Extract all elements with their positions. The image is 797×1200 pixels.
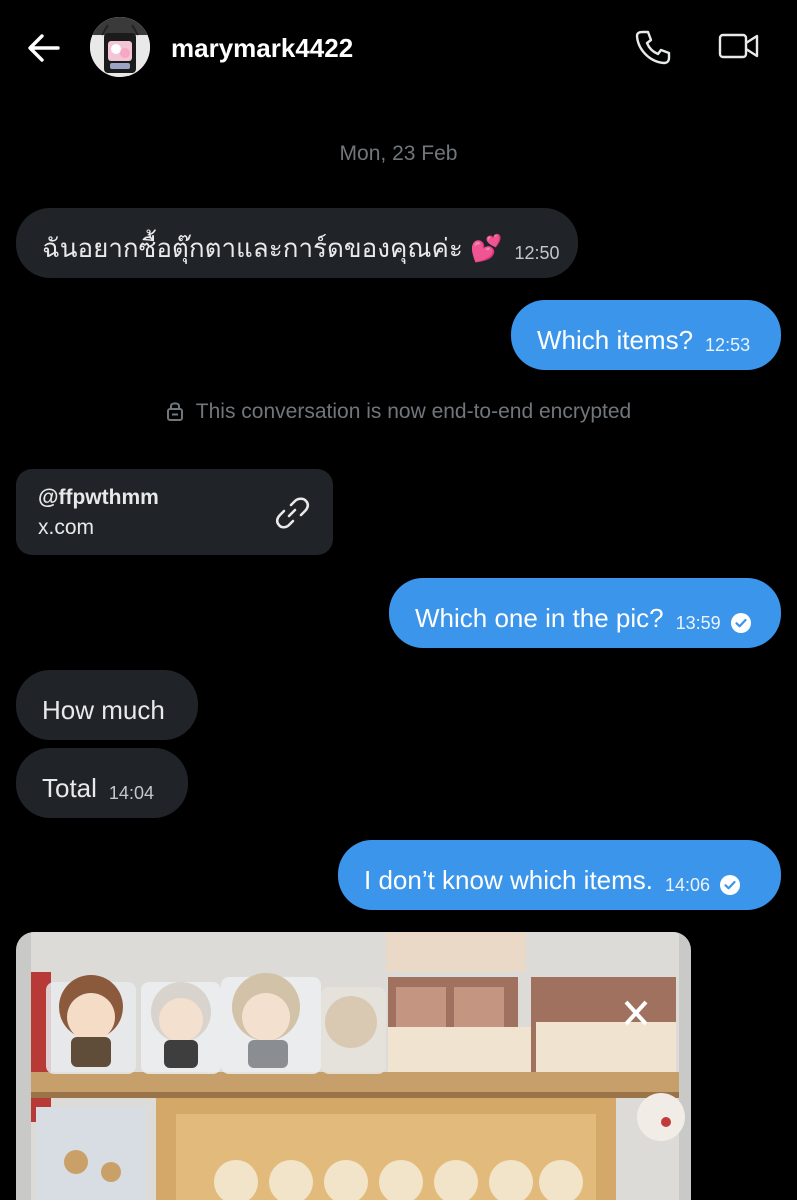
- conversation-username[interactable]: marymark4422: [171, 33, 353, 64]
- image-attachment[interactable]: [16, 932, 691, 1200]
- back-button[interactable]: [24, 28, 64, 68]
- link-icon: [275, 497, 310, 529]
- message-time: 12:53: [705, 335, 751, 355]
- message-bubble-incoming[interactable]: How much: [16, 670, 198, 740]
- phone-icon: [635, 30, 671, 65]
- date-separator: Mon, 23 Feb: [339, 142, 458, 165]
- video-call-button[interactable]: [716, 26, 762, 66]
- link-handle: @ffpwthmm: [38, 486, 159, 509]
- back-arrow-icon: [28, 34, 60, 62]
- message-bubble-incoming[interactable]: Total 14:04: [16, 748, 188, 818]
- attachment-photo: [16, 932, 691, 1200]
- message-time: 14:06: [665, 875, 711, 895]
- message-bubble-outgoing[interactable]: Which one in the pic? 13:59: [389, 578, 781, 648]
- message-text: Which one in the pic?: [415, 603, 664, 633]
- message-bubble-outgoing[interactable]: I don’t know which items. 14:06: [338, 840, 781, 910]
- read-check-icon: [720, 875, 741, 895]
- read-check-icon: [730, 613, 751, 633]
- message-text: Which items?: [537, 325, 694, 355]
- avatar-photo: [90, 17, 150, 77]
- encryption-notice-text: This conversation is now end-to-end encr…: [195, 400, 632, 423]
- encryption-notice: This conversation is now end-to-end encr…: [0, 400, 797, 424]
- link-domain: x.com: [38, 516, 95, 539]
- message-bubble-incoming[interactable]: ฉันอยากซื้อตุ๊กตาและการ์ดของคุณค่ะ 💕 12:…: [16, 208, 578, 278]
- message-text: I don’t know which items.: [364, 865, 654, 895]
- link-preview-card[interactable]: @ffpwthmm x.com: [16, 469, 333, 555]
- video-camera-icon: [718, 33, 759, 59]
- conversation-header: marymark4422: [0, 0, 797, 100]
- avatar[interactable]: [90, 17, 150, 77]
- message-text: Total: [42, 773, 97, 803]
- dm-conversation-screen: marymark4422 Mon, 23 Feb ฉันอยากซื้อตุ๊ก…: [0, 0, 797, 1200]
- call-button[interactable]: [632, 26, 672, 66]
- message-bubble-outgoing[interactable]: Which items? 12:53: [511, 300, 781, 370]
- message-time: 12:50: [514, 243, 560, 263]
- message-time: 14:04: [108, 783, 154, 803]
- message-text: ฉันอยากซื้อตุ๊กตาและการ์ดของคุณค่ะ 💕: [42, 233, 503, 263]
- message-text: How much: [42, 695, 165, 725]
- lock-icon: [166, 402, 183, 421]
- message-time: 13:59: [675, 613, 721, 633]
